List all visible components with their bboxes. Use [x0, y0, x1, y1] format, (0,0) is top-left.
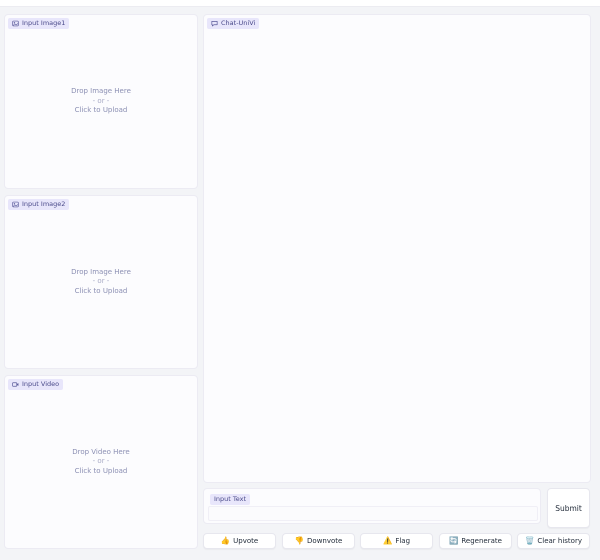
- chat-icon: [211, 20, 218, 27]
- click-to-upload-text[interactable]: Click to Upload: [75, 287, 128, 297]
- drop-video-text: Drop Video Here: [72, 447, 130, 456]
- upvote-button[interactable]: 👍 Upvote: [203, 533, 276, 549]
- input-text-box: Input Text: [203, 488, 541, 524]
- input-image2-panel[interactable]: Input Image2 Drop Image Here - or - Clic…: [4, 195, 198, 369]
- bottom-bar: [0, 552, 600, 560]
- image2-dropzone[interactable]: Drop Image Here - or - Click to Upload: [5, 196, 197, 368]
- input-video-panel[interactable]: Input Video Drop Video Here - or - Click…: [4, 375, 198, 549]
- input-text-label: Input Text: [214, 495, 247, 503]
- chatbot-label: Chat-UniVi: [221, 19, 256, 27]
- downvote-button[interactable]: 👎 Downvote: [282, 533, 355, 549]
- or-text: - or -: [92, 457, 110, 466]
- flag-label: Flag: [395, 537, 411, 545]
- click-to-upload-text[interactable]: Click to Upload: [75, 467, 128, 477]
- regenerate-button[interactable]: 🔄 Regenerate: [439, 533, 512, 549]
- image1-dropzone[interactable]: Drop Image Here - or - Click to Upload: [5, 15, 197, 188]
- chatbot-tag: Chat-UniVi: [207, 18, 260, 29]
- input-image1-panel[interactable]: Input Image1 Drop Image Here - or - Clic…: [4, 14, 198, 189]
- or-text: - or -: [92, 277, 110, 286]
- regenerate-label: Regenerate: [461, 537, 502, 545]
- input-text-tag: Input Text: [210, 494, 251, 505]
- clear-history-label: Clear history: [537, 537, 582, 545]
- refresh-icon: 🔄: [449, 536, 459, 546]
- flag-button[interactable]: ⚠️ Flag: [360, 533, 433, 549]
- submit-label: Submit: [555, 503, 582, 513]
- clear-history-button[interactable]: 🗑️ Clear history: [517, 533, 590, 549]
- click-to-upload-text[interactable]: Click to Upload: [75, 106, 128, 116]
- drop-image-text: Drop Image Here: [71, 87, 131, 96]
- downvote-label: Downvote: [307, 537, 343, 545]
- top-bar: [0, 0, 600, 7]
- trash-icon: 🗑️: [525, 536, 535, 546]
- input-text-field[interactable]: [208, 506, 538, 521]
- thumbs-up-icon: 👍: [220, 536, 231, 546]
- upvote-label: Upvote: [233, 537, 259, 545]
- thumbs-down-icon: 👎: [294, 536, 305, 546]
- drop-image-text: Drop Image Here: [71, 267, 131, 276]
- warning-icon: ⚠️: [382, 536, 393, 546]
- submit-button[interactable]: Submit: [547, 488, 590, 528]
- or-text: - or -: [92, 96, 110, 105]
- video-dropzone[interactable]: Drop Video Here - or - Click to Upload: [5, 376, 197, 548]
- chatbot-panel[interactable]: Chat-UniVi: [203, 14, 591, 483]
